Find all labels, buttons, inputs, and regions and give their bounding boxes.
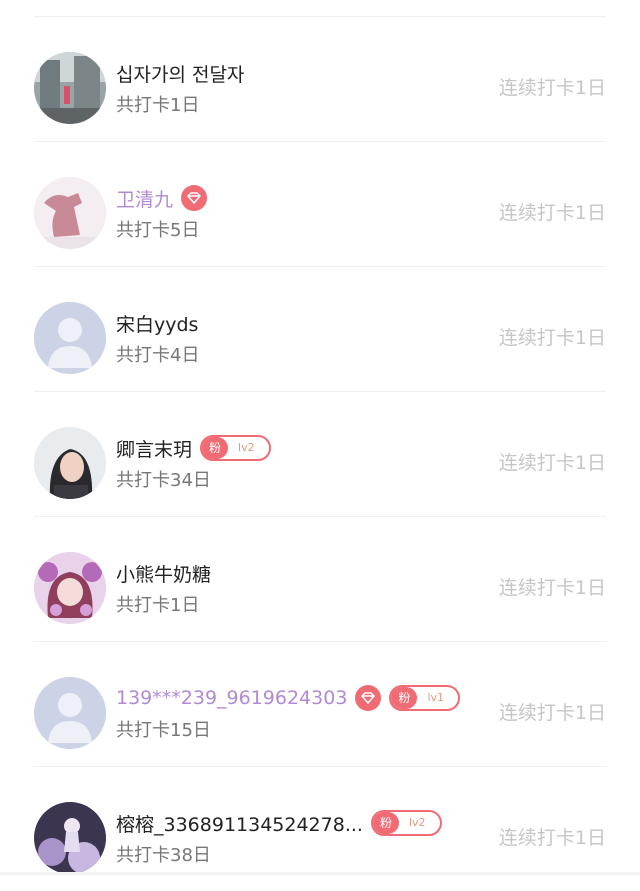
photo-street-icon xyxy=(34,52,106,124)
checkin-list: 십자가의 전달자 共打卡1日 连续打卡1日 卫清九 共打卡5日 连续打卡1日 宋… xyxy=(0,0,640,875)
default-avatar-icon xyxy=(34,677,106,749)
user-name[interactable]: 139***239_9619624303 xyxy=(116,687,347,709)
streak-days: 连续打卡1日 xyxy=(498,327,606,349)
fan-badge-level: lv2 xyxy=(408,816,426,829)
diamond-badge-icon xyxy=(355,685,382,711)
streak-days: 连续打卡1日 xyxy=(498,577,606,599)
photo-night-flowers-icon xyxy=(34,802,106,874)
fan-badge-label: 粉 xyxy=(202,437,229,459)
list-item[interactable]: 卿言末玥 粉 lv2 共打卡34日 连续打卡1日 xyxy=(0,392,640,516)
fan-level-badge: 粉 lv1 xyxy=(389,685,461,711)
user-name[interactable]: 小熊牛奶糖 xyxy=(116,560,211,587)
list-item[interactable]: 십자가의 전달자 共打卡1日 连续打卡1日 xyxy=(0,17,640,141)
name-line: 卿言末玥 粉 lv2 xyxy=(116,432,271,464)
total-checkin-days: 共打卡1日 xyxy=(116,95,200,116)
fan-badge-level: lv1 xyxy=(427,691,445,704)
user-name[interactable]: 卫清九 xyxy=(116,185,173,212)
streak-days: 连续打卡1日 xyxy=(498,702,606,724)
fan-badge-level: lv2 xyxy=(238,441,255,454)
name-line: 小熊牛奶糖 xyxy=(116,557,211,589)
avatar[interactable] xyxy=(34,302,106,374)
list-item[interactable]: 宋白yyds 共打卡4日 连续打卡1日 xyxy=(0,267,640,391)
user-name[interactable]: 宋白yyds xyxy=(116,310,198,337)
list-item[interactable]: 139***239_9619624303 粉 lv1 共打卡15日 连续打卡1日 xyxy=(0,642,640,766)
list-item[interactable]: 小熊牛奶糖 共打卡1日 连续打卡1日 xyxy=(0,517,640,641)
total-checkin-days: 共打卡1日 xyxy=(116,595,200,616)
photo-portrait-icon xyxy=(34,427,106,499)
total-checkin-days: 共打卡34日 xyxy=(116,470,211,491)
name-line: 宋白yyds xyxy=(116,307,198,339)
name-line: 榕榕_336891134524278... 粉 lv2 xyxy=(116,807,442,839)
total-checkin-days: 共打卡5日 xyxy=(116,220,200,241)
list-item[interactable]: 卫清九 共打卡5日 连续打卡1日 xyxy=(0,142,640,266)
fan-level-badge: 粉 lv2 xyxy=(370,810,442,836)
total-checkin-days: 共打卡4日 xyxy=(116,345,200,366)
user-name[interactable]: 卿言末玥 xyxy=(116,435,192,462)
streak-days: 连续打卡1日 xyxy=(498,77,606,99)
user-name[interactable]: 십자가의 전달자 xyxy=(116,60,244,87)
total-checkin-days: 共打卡15日 xyxy=(116,720,211,741)
streak-days: 连续打卡1日 xyxy=(498,202,606,224)
total-checkin-days: 共打卡38日 xyxy=(116,845,211,866)
avatar[interactable] xyxy=(34,177,106,249)
fan-badge-label: 粉 xyxy=(372,812,399,834)
avatar[interactable] xyxy=(34,802,106,874)
name-line: 卫清九 xyxy=(116,182,208,214)
photo-anime-girl-icon xyxy=(34,552,106,624)
avatar[interactable] xyxy=(34,552,106,624)
avatar[interactable] xyxy=(34,677,106,749)
default-avatar-icon xyxy=(34,302,106,374)
avatar[interactable] xyxy=(34,427,106,499)
fan-badge-label: 粉 xyxy=(391,687,418,709)
photo-pink-figure-icon xyxy=(34,177,106,249)
avatar[interactable] xyxy=(34,52,106,124)
streak-days: 连续打卡1日 xyxy=(498,827,606,849)
user-name[interactable]: 榕榕_336891134524278... xyxy=(116,810,363,837)
streak-days: 连续打卡1日 xyxy=(498,452,606,474)
name-line: 139***239_9619624303 粉 lv1 xyxy=(116,682,461,714)
name-line: 십자가의 전달자 xyxy=(116,57,244,89)
fan-level-badge: 粉 lv2 xyxy=(200,435,271,461)
diamond-badge-icon xyxy=(181,185,208,211)
